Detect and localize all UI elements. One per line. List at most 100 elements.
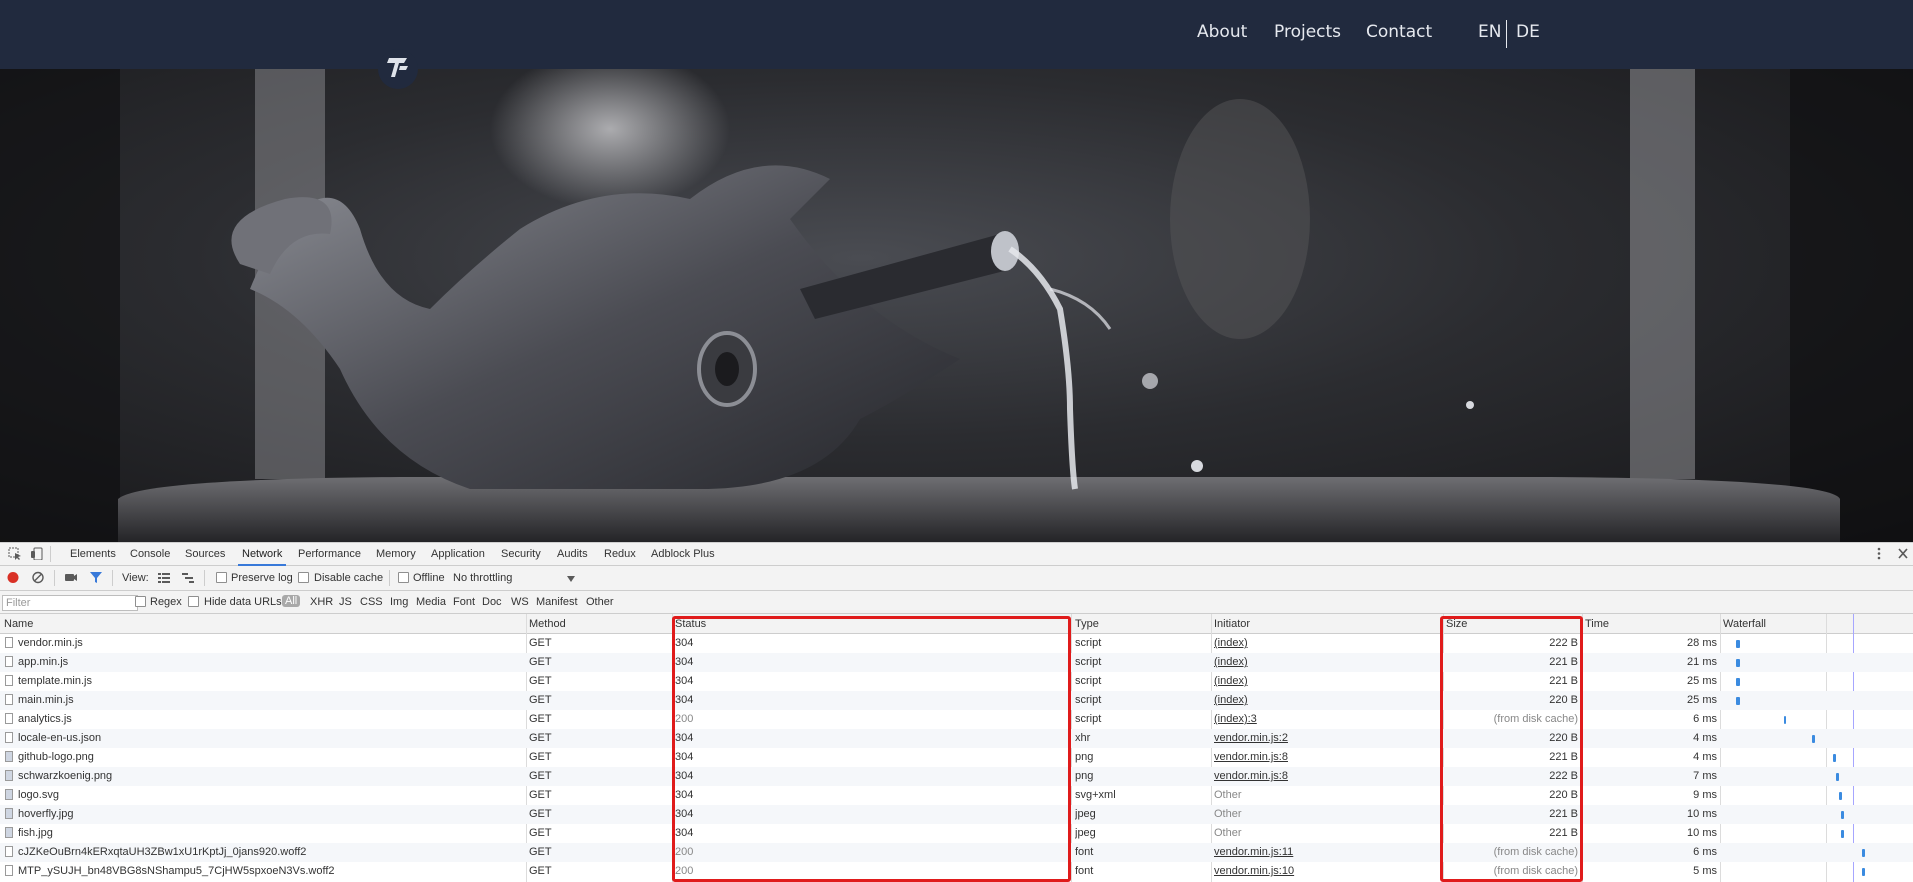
- table-row[interactable]: MTP_ySUJH_bn48VBG8sNShampu5_7CjHW5spxoeN…: [0, 862, 1913, 881]
- request-type-cell: script: [1075, 713, 1102, 725]
- waterfall-bar: [1836, 773, 1839, 781]
- table-row[interactable]: locale-en-us.json GET 304 xhr vendor.min.js:…: [0, 729, 1913, 748]
- close-devtools-icon[interactable]: [1896, 547, 1910, 560]
- request-type-cell: svg+xml: [1075, 789, 1116, 801]
- file-icon: [5, 694, 13, 705]
- lang-de-link[interactable]: DE: [1516, 22, 1540, 42]
- site-logo[interactable]: [378, 49, 418, 89]
- column-header-initiator[interactable]: Initiator: [1214, 618, 1250, 630]
- request-initiator-cell[interactable]: vendor.min.js:2: [1214, 732, 1434, 744]
- column-header-name[interactable]: Name: [4, 618, 33, 630]
- tab-application[interactable]: Application: [431, 548, 485, 560]
- waterfall-bar: [1784, 716, 1786, 724]
- tab-redux[interactable]: Redux: [604, 548, 636, 560]
- filter-type-media[interactable]: Media: [416, 596, 446, 608]
- request-initiator-cell[interactable]: vendor.min.js:10: [1214, 865, 1434, 877]
- filter-type-js[interactable]: JS: [339, 596, 352, 608]
- nav-projects-link[interactable]: Projects: [1274, 22, 1341, 42]
- preserve-log-checkbox[interactable]: [216, 572, 227, 583]
- table-row[interactable]: github-logo.png GET 304 png vendor.min.js:8 2…: [0, 748, 1913, 767]
- record-icon[interactable]: [6, 571, 20, 584]
- table-row[interactable]: template.min.js GET 304 script (index) 221 B 2…: [0, 672, 1913, 691]
- request-method-cell: GET: [529, 789, 552, 801]
- filter-type-manifest[interactable]: Manifest: [536, 596, 578, 608]
- clear-icon[interactable]: [31, 571, 45, 584]
- tab-console[interactable]: Console: [130, 548, 170, 560]
- request-name-cell: vendor.min.js: [18, 637, 83, 649]
- tab-memory[interactable]: Memory: [376, 548, 416, 560]
- filter-type-ws[interactable]: WS: [511, 596, 529, 608]
- disable-cache-checkbox[interactable]: [298, 572, 309, 583]
- jpg-file-icon: [5, 827, 13, 838]
- table-row[interactable]: app.min.js GET 304 script (index) 221 B 21 ms: [0, 653, 1913, 672]
- filter-type-font[interactable]: Font: [453, 596, 475, 608]
- filter-type-doc[interactable]: Doc: [482, 596, 502, 608]
- nav-contact-link[interactable]: Contact: [1366, 22, 1432, 42]
- request-type-cell: jpeg: [1075, 808, 1096, 820]
- tab-network[interactable]: Network: [237, 548, 287, 566]
- filter-type-xhr[interactable]: XHR: [310, 596, 333, 608]
- filter-type-other[interactable]: Other: [586, 596, 614, 608]
- table-row[interactable]: main.min.js GET 304 script (index) 220 B 25 ms: [0, 691, 1913, 710]
- file-icon: [5, 656, 13, 667]
- request-method-cell: GET: [529, 713, 552, 725]
- column-header-type[interactable]: Type: [1075, 618, 1099, 630]
- tab-sources[interactable]: Sources: [185, 548, 225, 560]
- request-initiator-cell[interactable]: (index): [1214, 656, 1434, 668]
- file-icon: [5, 675, 13, 686]
- column-header-method[interactable]: Method: [529, 618, 566, 630]
- table-row[interactable]: cJZKeOuBrn4kERxqtaUH3ZBw1xU1rKptJj_0jans…: [0, 843, 1913, 862]
- offline-checkbox[interactable]: [398, 572, 409, 583]
- column-header-status[interactable]: Status: [675, 618, 706, 630]
- large-rows-icon[interactable]: [157, 571, 171, 584]
- lang-en-link[interactable]: EN: [1478, 22, 1501, 42]
- more-options-icon[interactable]: [1872, 547, 1886, 560]
- capture-screenshots-icon[interactable]: [64, 571, 78, 584]
- waterfall-bar: [1862, 868, 1865, 876]
- inspect-element-icon[interactable]: [8, 547, 22, 560]
- column-header-time[interactable]: Time: [1585, 618, 1609, 630]
- tab-separator: [50, 546, 51, 562]
- filter-type-css[interactable]: CSS: [360, 596, 383, 608]
- table-row[interactable]: hoverfly.jpg GET 304 jpeg Other 221 B 10 ms: [0, 805, 1913, 824]
- img-file-icon: [5, 751, 13, 762]
- tab-performance[interactable]: Performance: [298, 548, 361, 560]
- filter-icon[interactable]: [89, 571, 103, 584]
- hide-data-urls-checkbox[interactable]: [188, 596, 199, 607]
- devtools-tabbar: Elements Console Sources Network Perform…: [0, 543, 1913, 566]
- column-header-waterfall[interactable]: Waterfall: [1723, 618, 1766, 630]
- tab-adblock-plus[interactable]: Adblock Plus: [651, 548, 715, 560]
- throttling-select[interactable]: No throttling: [453, 572, 512, 584]
- request-initiator-cell[interactable]: (index):3: [1214, 713, 1434, 725]
- tab-security[interactable]: Security: [501, 548, 541, 560]
- table-row[interactable]: vendor.min.js GET 304 script (index) 222 B 28 …: [0, 634, 1913, 653]
- request-name-cell: analytics.js: [18, 713, 72, 725]
- request-initiator-cell[interactable]: vendor.min.js:8: [1214, 751, 1434, 763]
- request-name-cell: github-logo.png: [18, 751, 94, 763]
- filter-type-all[interactable]: All: [282, 595, 301, 607]
- request-initiator-cell[interactable]: (index): [1214, 637, 1434, 649]
- column-header-size[interactable]: Size: [1446, 618, 1467, 630]
- device-toolbar-icon[interactable]: [31, 547, 45, 560]
- request-status-cell: 304: [675, 694, 694, 706]
- filter-input[interactable]: Filter: [2, 595, 138, 611]
- request-initiator-cell[interactable]: (index): [1214, 694, 1434, 706]
- filter-type-img[interactable]: Img: [390, 596, 408, 608]
- request-method-cell: GET: [529, 694, 552, 706]
- request-initiator-cell[interactable]: vendor.min.js:11: [1214, 846, 1434, 858]
- chevron-down-icon[interactable]: [564, 572, 578, 585]
- overview-icon[interactable]: [181, 571, 195, 584]
- tab-elements[interactable]: Elements: [70, 548, 116, 560]
- request-size-cell: (from disk cache): [1493, 713, 1578, 725]
- table-row[interactable]: analytics.js GET 200 script (index):3 (from d…: [0, 710, 1913, 729]
- table-row[interactable]: schwarzkoenig.png GET 304 png vendor.min.js:…: [0, 767, 1913, 786]
- tab-audits[interactable]: Audits: [557, 548, 588, 560]
- table-row[interactable]: fish.jpg GET 304 jpeg Other 221 B 10 ms: [0, 824, 1913, 843]
- nav-about-link[interactable]: About: [1197, 22, 1247, 42]
- request-initiator-cell[interactable]: (index): [1214, 675, 1434, 687]
- regex-checkbox[interactable]: [135, 596, 146, 607]
- table-row[interactable]: logo.svg GET 304 svg+xml Other 220 B 9 ms: [0, 786, 1913, 805]
- request-initiator-cell[interactable]: vendor.min.js:8: [1214, 770, 1434, 782]
- waterfall-bar: [1736, 678, 1740, 686]
- request-size-cell: 221 B: [1549, 656, 1578, 668]
